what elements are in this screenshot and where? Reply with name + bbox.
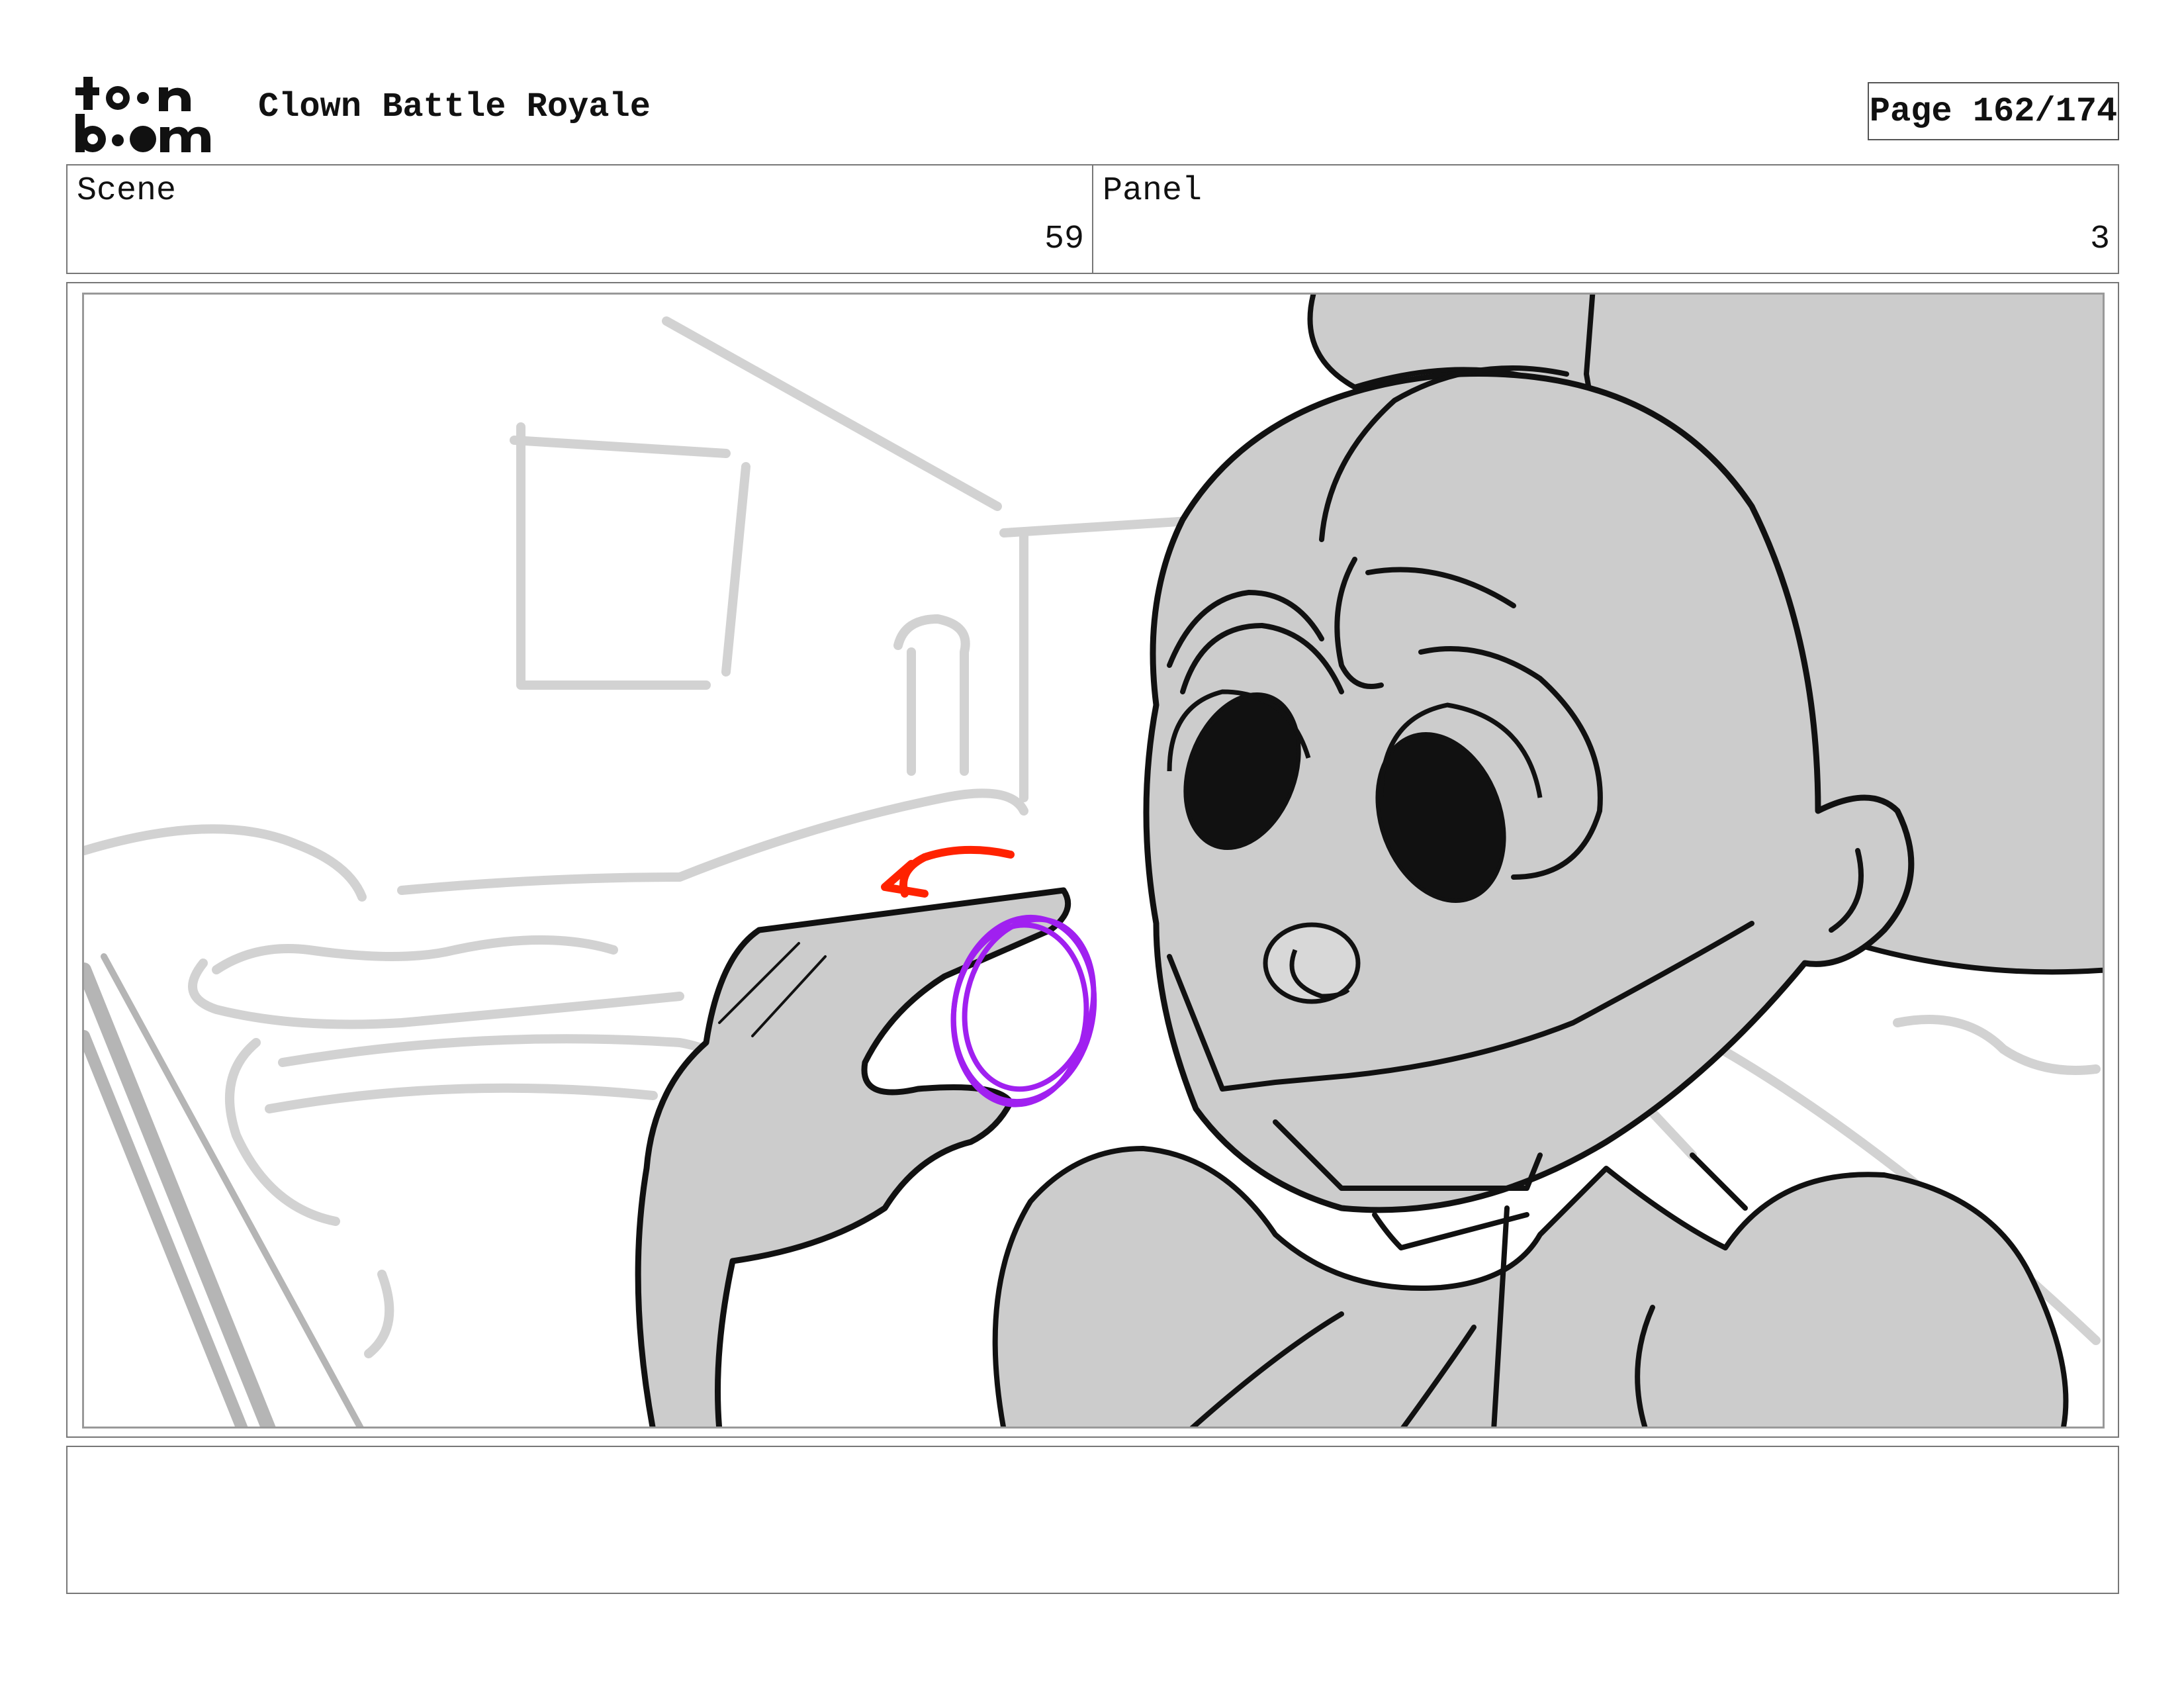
panel-number: 3 <box>2089 220 2110 258</box>
scene-number: 59 <box>1044 220 1084 258</box>
character-body <box>992 1146 2069 1427</box>
motion-arrow <box>881 845 1015 898</box>
storyboard-panel-image <box>82 293 2105 1429</box>
panel-label: Panel <box>1103 172 1203 210</box>
panel-cell: Panel 3 <box>1092 165 2118 273</box>
page-indicator: Page 162/174 <box>1868 82 2119 140</box>
storyboard-panel-frame <box>66 282 2119 1438</box>
panel-notes-box <box>66 1446 2119 1594</box>
scene-panel-info: Scene 59 Panel 3 <box>66 164 2119 274</box>
toon-boom-logo <box>71 73 225 155</box>
project-title: Clown Battle Royale <box>258 87 651 126</box>
scene-label: Scene <box>77 172 177 210</box>
scene-cell: Scene 59 <box>68 165 1092 273</box>
character-nose <box>1263 922 1361 1004</box>
